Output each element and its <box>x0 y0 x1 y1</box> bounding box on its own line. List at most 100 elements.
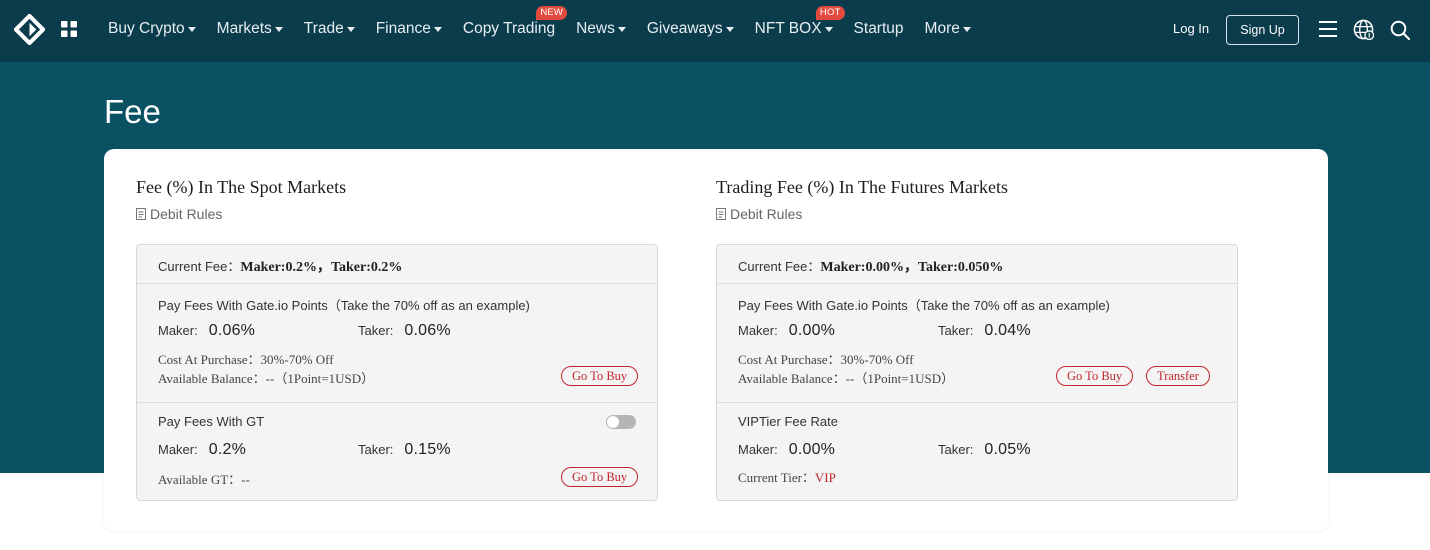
spot-gt-maker: Maker: 0.2% <box>158 441 246 459</box>
spot-points-row: Pay Fees With Gate.io Points（Take the 70… <box>137 284 657 403</box>
spot-gt-row: Pay Fees With GT Maker: 0.2% Taker: 0.15… <box>137 403 657 500</box>
nav-item-label: Buy Crypto <box>108 20 185 37</box>
futures-section-title: Trading Fee (%) In The Futures Markets <box>716 177 1008 197</box>
spot-gt-go-to-buy-button[interactable]: Go To Buy <box>561 467 639 487</box>
nav-item-nft-box[interactable]: NFT BOX HOT <box>754 6 845 38</box>
futures-points-maker: Maker: 0.00% <box>738 322 835 340</box>
futures-debit-rules-link[interactable]: Debit Rules <box>716 206 802 222</box>
nav-item-label: Giveaways <box>646 20 723 37</box>
spot-points-go-to-buy-button[interactable]: Go To Buy <box>561 366 639 386</box>
spot-points-heading: Pay Fees With Gate.io Points（Take the 70… <box>158 298 530 313</box>
nav-item-label: NFT BOX <box>754 20 822 37</box>
spot-section-title: Fee (%) In The Spot Markets <box>136 177 347 197</box>
current-fee-label: Current Fee： <box>738 259 821 274</box>
caret-down-icon <box>617 27 626 32</box>
nav-item-label: Startup <box>853 20 904 37</box>
nav-item-buy-crypto[interactable]: Buy Crypto <box>108 20 196 38</box>
current-fee-value: Maker:0.2%，Taker:0.2% <box>240 260 403 275</box>
maker-label: Maker: <box>158 442 198 457</box>
taker-label: Taker: <box>358 442 394 457</box>
cost-at-purchase: Cost At Purchase：30%-70% Off <box>158 352 334 367</box>
menu-icon[interactable] <box>1319 21 1337 37</box>
main-nav-menu: Buy Crypto Markets Trade Finance Copy Tr… <box>108 0 992 58</box>
current-tier-value: VIP <box>814 470 836 485</box>
fee-card: Fee (%) In The Spot Markets Debit Rules … <box>104 149 1328 531</box>
futures-fee-box: Current Fee：Maker:0.00%，Taker:0.050% Pay… <box>716 244 1238 501</box>
taker-value: 0.05% <box>984 441 1031 458</box>
nav-item-giveaways[interactable]: Giveaways <box>647 20 734 38</box>
login-link[interactable]: Log In <box>1173 21 1209 36</box>
maker-value: 0.06% <box>208 322 256 339</box>
vip-tier-heading: VIPTier Fee Rate <box>738 414 838 429</box>
maker-label: Maker: <box>158 323 198 338</box>
nav-item-label: Finance <box>375 20 431 37</box>
spot-debit-rules-link[interactable]: Debit Rules <box>136 206 222 222</box>
caret-down-icon <box>824 27 833 32</box>
spot-points-maker: Maker: 0.06% <box>158 322 255 340</box>
available-gt: Available GT：-- <box>158 472 250 487</box>
available-balance: Available Balance：--（1Point=1USD） <box>738 371 955 386</box>
caret-down-icon <box>274 27 283 32</box>
document-icon <box>136 208 146 220</box>
globe-language-icon[interactable] <box>1353 19 1374 40</box>
futures-vip-row: VIPTier Fee Rate Maker: 0.00% Taker: 0.0… <box>717 403 1237 500</box>
nav-item-label: Trade <box>303 20 344 37</box>
taker-label: Taker: <box>938 323 974 338</box>
nav-item-finance[interactable]: Finance <box>376 20 442 38</box>
caret-down-icon <box>433 27 442 32</box>
signup-button[interactable]: Sign Up <box>1226 15 1299 45</box>
spot-gt-taker: Taker: 0.15% <box>358 441 451 459</box>
futures-points-taker: Taker: 0.04% <box>938 322 1031 340</box>
futures-points-heading: Pay Fees With Gate.io Points（Take the 70… <box>738 298 1110 313</box>
taker-value: 0.04% <box>984 322 1031 339</box>
available-balance: Available Balance：--（1Point=1USD） <box>158 371 375 386</box>
search-icon[interactable] <box>1390 20 1410 40</box>
caret-down-icon <box>725 27 734 32</box>
nav-item-label: News <box>576 20 615 37</box>
taker-value: 0.06% <box>404 322 451 339</box>
futures-points-go-to-buy-button[interactable]: Go To Buy <box>1056 366 1134 386</box>
taker-label: Taker: <box>938 442 974 457</box>
hot-badge: HOT <box>815 6 845 20</box>
document-icon <box>716 208 726 220</box>
current-tier: Current Tier：VIP <box>738 467 836 486</box>
maker-label: Maker: <box>738 442 778 457</box>
futures-points-row: Pay Fees With Gate.io Points（Take the 70… <box>717 284 1237 403</box>
taker-label: Taker: <box>358 323 394 338</box>
nav-item-startup[interactable]: Startup <box>854 20 904 38</box>
futures-current-fee: Current Fee：Maker:0.00%，Taker:0.050% <box>738 256 1003 276</box>
spot-gt-heading: Pay Fees With GT <box>158 414 265 429</box>
toggle-knob <box>607 416 619 428</box>
nav-item-copy-trading[interactable]: Copy Trading NEW <box>463 6 568 38</box>
spot-current-fee: Current Fee：Maker:0.2%，Taker:0.2% <box>158 256 402 276</box>
nav-item-more[interactable]: More <box>925 20 971 38</box>
page-title: Fee <box>104 93 161 130</box>
new-badge: NEW <box>536 6 568 20</box>
maker-value: 0.2% <box>208 441 247 458</box>
nav-item-trade[interactable]: Trade <box>304 20 355 38</box>
apps-grid-icon[interactable] <box>61 21 77 37</box>
caret-down-icon <box>346 27 355 32</box>
nav-item-news[interactable]: News <box>576 20 626 38</box>
futures-vip-taker: Taker: 0.05% <box>938 441 1031 459</box>
futures-transfer-button[interactable]: Transfer <box>1146 366 1210 386</box>
debit-rules-label: Debit Rules <box>730 206 803 222</box>
pay-with-gt-toggle[interactable] <box>606 415 636 429</box>
spot-points-taker: Taker: 0.06% <box>358 322 451 340</box>
cost-at-purchase: Cost At Purchase：30%-70% Off <box>738 352 914 367</box>
taker-value: 0.15% <box>404 441 451 458</box>
nav-item-markets[interactable]: Markets <box>217 20 283 38</box>
spot-fee-box: Current Fee：Maker:0.2%，Taker:0.2% Pay Fe… <box>136 244 658 501</box>
debit-rules-label: Debit Rules <box>150 206 223 222</box>
current-fee-label: Current Fee： <box>158 259 241 274</box>
current-tier-label: Current Tier： <box>738 470 815 485</box>
futures-current-fee-row: Current Fee：Maker:0.00%，Taker:0.050% <box>717 245 1237 284</box>
nav-item-label: Markets <box>216 20 272 37</box>
maker-label: Maker: <box>738 323 778 338</box>
futures-vip-maker: Maker: 0.00% <box>738 441 835 459</box>
top-navbar: Buy Crypto Markets Trade Finance Copy Tr… <box>0 0 1430 62</box>
caret-down-icon <box>962 27 971 32</box>
maker-value: 0.00% <box>788 322 836 339</box>
gate-logo-icon[interactable] <box>14 14 45 45</box>
nav-item-label: More <box>924 20 960 37</box>
